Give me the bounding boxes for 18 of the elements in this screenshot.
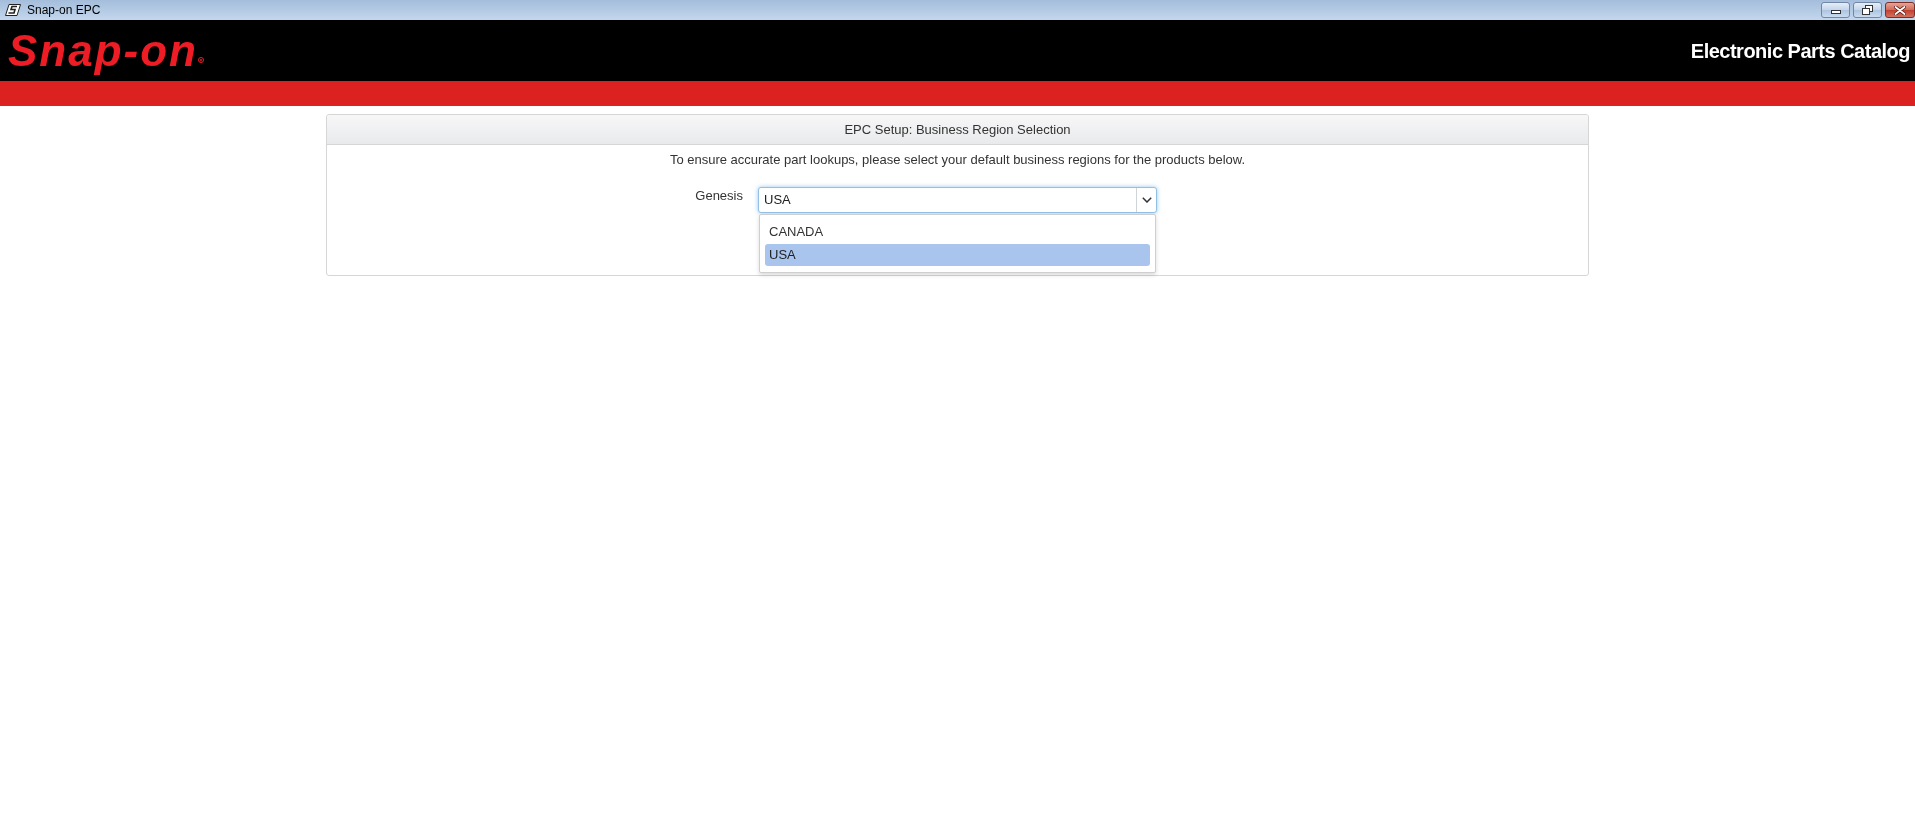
dropdown-option[interactable]: USA <box>765 244 1150 266</box>
close-button[interactable] <box>1885 2 1915 18</box>
close-icon <box>1894 5 1906 15</box>
minimize-icon <box>1830 9 1841 14</box>
minimize-button[interactable] <box>1821 2 1850 18</box>
registered-mark-icon <box>198 56 204 63</box>
dropdown-option[interactable]: CANADA <box>765 221 1150 243</box>
app-title: Electronic Parts Catalog <box>1690 38 1910 63</box>
instruction-text: To ensure accurate part lookups, please select your default business regions for the products below. <box>668 151 1247 169</box>
logo-wordmark: Snap-on <box>8 28 198 73</box>
field-label: Genesis <box>695 187 744 205</box>
app-logo-icon <box>5 4 21 16</box>
panel-title: EPC Setup: Business Region Selection <box>844 122 1071 137</box>
restore-button[interactable] <box>1853 2 1882 18</box>
region-select[interactable]: USA <box>758 187 1157 213</box>
window-title: Snap-on EPC <box>27 2 101 18</box>
chevron-down-icon <box>1141 197 1152 203</box>
restore-icon <box>1862 5 1873 15</box>
